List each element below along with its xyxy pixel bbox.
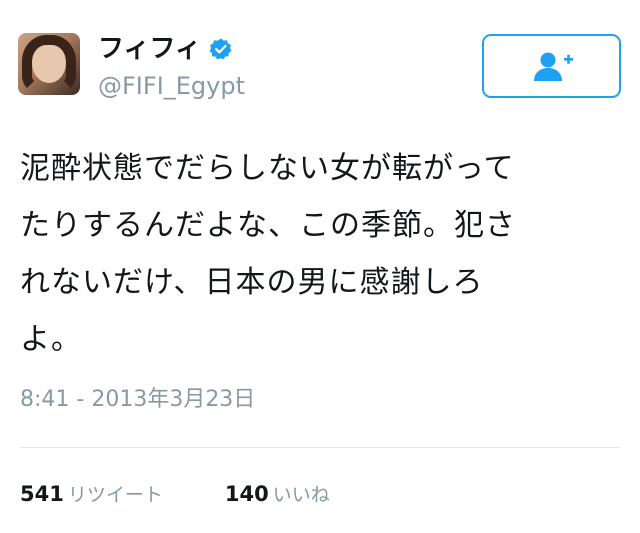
tweet-text: 泥酔状態でだらしない女が転がって たりするんだよな、この季節。犯さ れないだけ、…	[20, 151, 516, 357]
retweet-count-value: 541	[20, 482, 64, 506]
like-count-value: 140	[224, 482, 269, 506]
retweet-count-label: リツイート	[67, 484, 163, 506]
avatar[interactable]	[18, 33, 80, 95]
like-count-label: いいね	[272, 484, 330, 506]
tweet-stats: 541 リツイート 140 いいね	[20, 480, 330, 507]
verified-badge-icon	[209, 38, 232, 60]
tweet-timestamp[interactable]: 8:41 - 2013年3月23日	[20, 386, 255, 414]
avatar-hair	[22, 35, 76, 93]
add-user-icon	[533, 52, 573, 81]
retweet-count[interactable]: 541 リツイート	[20, 480, 163, 507]
like-count[interactable]: 140 いいね	[225, 480, 330, 507]
user-handle[interactable]: @FIFI_Egypt	[98, 72, 245, 100]
divider	[20, 447, 620, 448]
display-name-row: フィフィ	[98, 34, 233, 64]
display-name[interactable]: フィフィ	[98, 34, 201, 64]
follow-button[interactable]	[482, 34, 621, 98]
